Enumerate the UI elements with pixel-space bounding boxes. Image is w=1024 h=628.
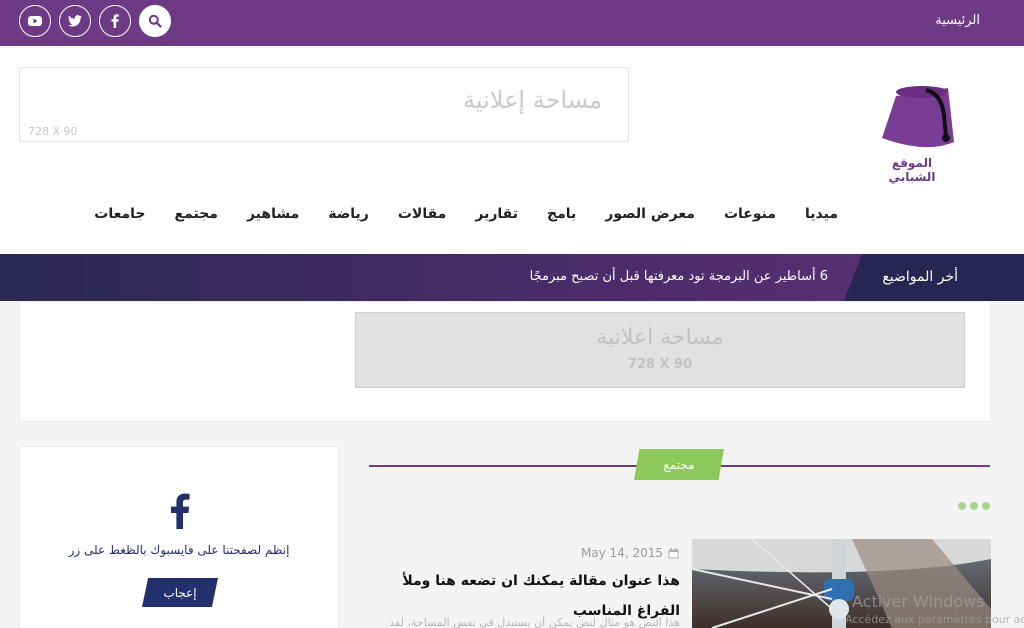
nav-item-gallery[interactable]: معرض الصور [605,206,695,222]
windows-activation-title: Activer Windows [852,592,985,611]
slider-dots [958,502,990,510]
slider-dot[interactable] [970,502,978,510]
news-ticker: أخر المواضيع 6 أساطير عن البرمجة تود معر… [0,254,1024,301]
facebook-widget: إنظم لصفحتنا على فايسبوك بالظغط على زر إ… [19,446,339,628]
youtube-icon[interactable] [19,5,51,37]
top-bar: الرئيسية [0,0,1024,46]
article-date-text: May 14, 2015 [580,546,663,560]
nav-item-society[interactable]: مجتمع [175,206,218,222]
main-nav: جامعات مجتمع مشاهير رياضة مقالات تقارير … [94,206,838,222]
facebook-like-button[interactable]: إعجاب [142,578,218,607]
nav-item-media[interactable]: ميديا [805,206,838,222]
nav-home-link[interactable]: الرئيسية [935,13,980,28]
logo-text: الموقع الشبابي [888,156,936,184]
section-tag-society[interactable]: مجتمع [634,449,724,480]
nav-item-sports[interactable]: رياضة [328,206,369,222]
article-date: May 14, 2015 [581,546,679,560]
calendar-icon [668,547,679,558]
nav-item-celebrities[interactable]: مشاهير [247,206,299,222]
ad-banner-title: مساحة اعلانية [596,325,724,350]
nav-item-universities[interactable]: جامعات [94,206,145,222]
social-icons [19,5,171,37]
ticker-headline-link[interactable]: 6 أساطير عن البرمجة تود معرفتها قبل أن ت… [530,269,828,284]
ad-title: مساحة إعلانية [462,86,602,114]
facebook-widget-text: إنظم لصفحتنا على فايسبوك بالظغط على زر [68,543,290,557]
nav-item-articles[interactable]: مقالات [398,206,447,222]
nav-item-misc[interactable]: منوعات [724,206,776,222]
search-icon[interactable] [139,5,171,37]
site-header: مساحة إعلانية 728 X 90 الموقع الشبابي جا… [0,46,1024,254]
ad-banner[interactable]: مساحة اعلانية 728 X 90 [355,312,965,388]
facebook-icon[interactable] [99,5,131,37]
ad-box: مساحة اعلانية 728 X 90 [19,301,991,422]
ad-banner-size: 728 X 90 [627,357,693,372]
nav-item-reports[interactable]: تقارير [475,206,518,222]
facebook-logo-icon [171,493,190,529]
ad-size: 728 X 90 [28,125,78,138]
windows-activation-subtitle: Accédez aux paramètres pour ac [845,613,1024,626]
nav-item-programs[interactable]: بامج [547,206,576,222]
article-excerpt: هذا النص هو مثال لنص يمكن أن يستبدل في ن… [389,616,680,628]
twitter-icon[interactable] [59,5,91,37]
ticker-label: أخر المواضيع [882,269,958,285]
slider-dot[interactable] [982,502,990,510]
slider-dot[interactable] [958,502,966,510]
header-ad-banner[interactable]: مساحة إعلانية 728 X 90 [19,67,629,142]
